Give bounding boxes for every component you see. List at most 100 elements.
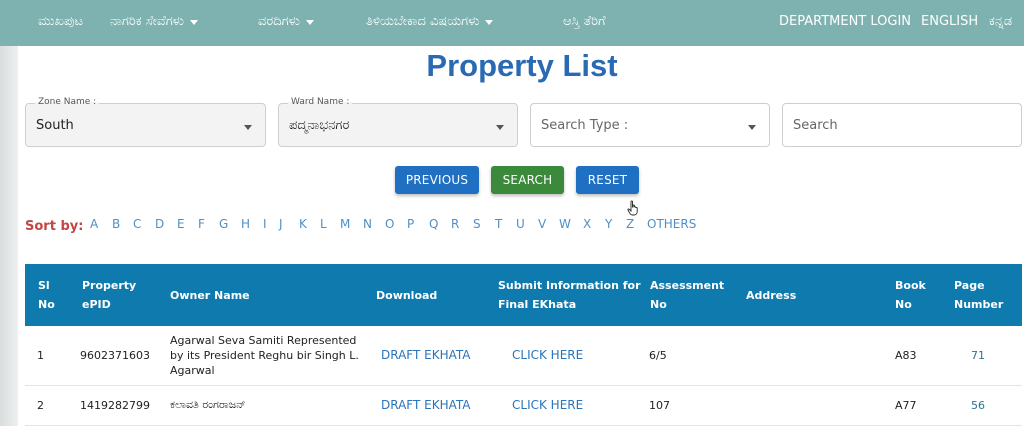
row-epid: 9602371603 xyxy=(80,349,150,362)
header-address: Address xyxy=(746,289,797,302)
row-assessment-no: 107 xyxy=(649,399,670,412)
row-epid: 1419282799 xyxy=(80,399,150,412)
property-table-header: Sl No Property ePID Owner Name Download Su… xyxy=(25,264,1022,326)
sort-letter-g[interactable]: G xyxy=(219,217,228,231)
sort-letter-k[interactable]: K xyxy=(299,217,307,231)
ward-select-value: ಪದ್ಮನಾಭನಗರ xyxy=(289,118,350,133)
sort-letter-w[interactable]: W xyxy=(559,217,571,231)
header-sl-no-line1: Sl xyxy=(38,279,50,292)
row-owner-name-line2: by its President Reghu bir Singh L. xyxy=(170,349,359,362)
zone-select-value: South xyxy=(36,118,74,133)
sort-letter-p[interactable]: P xyxy=(407,217,414,231)
dropdown-arrow-icon xyxy=(748,125,756,130)
nav-language-english-label: ENGLISH xyxy=(921,14,979,29)
row-sl-no: 1 xyxy=(37,349,44,362)
sort-letter-t[interactable]: T xyxy=(495,217,502,231)
header-submit-info-line1: Submit Information for xyxy=(498,279,641,292)
sort-letter-v[interactable]: V xyxy=(538,217,546,231)
sort-letter-f[interactable]: F xyxy=(198,217,205,231)
nav-home-label: ಮುಖಪುಟ xyxy=(38,14,84,29)
sort-letter-others[interactable]: OTHERS xyxy=(647,217,696,231)
zone-select[interactable]: Zone Name : South xyxy=(25,97,266,147)
search-type-select[interactable]: Search Type : xyxy=(530,103,770,147)
sort-letter-u[interactable]: U xyxy=(516,217,525,231)
header-sl-no: Sl No xyxy=(38,276,55,314)
header-assessment-no: Assessment No xyxy=(650,276,724,314)
sort-letter-q[interactable]: Q xyxy=(429,217,438,231)
row-book-no: A83 xyxy=(895,349,917,362)
dropdown-arrow-icon xyxy=(496,125,504,130)
sort-letter-e[interactable]: E xyxy=(177,217,185,231)
sort-letter-z[interactable]: Z xyxy=(626,217,634,231)
chevron-down-icon xyxy=(189,19,198,25)
row-owner-name: ಕಲಾವತಿ ರಂಗರಾಜನ್ xyxy=(170,398,246,411)
nav-to-know[interactable]: ತಿಳಿಯಬೇಕಾದ ವಿಷಯಗಳು xyxy=(366,14,494,29)
row-page-number: 56 xyxy=(971,399,985,412)
table-row: 2 1419282799 ಕಲಾವತಿ ರಂಗರಾಜನ್ DRAFT EKHAT… xyxy=(25,387,1022,426)
ward-select-label: Ward Name : xyxy=(288,97,353,107)
draft-ekhata-link[interactable]: DRAFT EKHATA xyxy=(381,398,471,412)
hand-cursor-icon xyxy=(627,200,638,216)
nav-language-kannada[interactable]: ಕನ್ನಡ xyxy=(989,14,1012,29)
row-book-no: A77 xyxy=(895,399,917,412)
nav-reports[interactable]: ವರದಿಗಳು xyxy=(258,14,314,29)
search-button[interactable]: SEARCH xyxy=(491,166,564,194)
sort-letter-m[interactable]: M xyxy=(340,217,350,231)
header-book-no-line2: No xyxy=(895,298,912,311)
search-input-placeholder: Search xyxy=(793,118,838,133)
nav-citizen-services[interactable]: ನಾಗರಿಕ ಸೇವೆಗಳು xyxy=(110,14,198,29)
sort-letter-l[interactable]: L xyxy=(320,217,327,231)
header-property-epid-line1: Property xyxy=(82,279,137,292)
sort-letter-r[interactable]: R xyxy=(451,217,459,231)
header-assessment-no-line1: Assessment xyxy=(650,279,725,292)
sort-letter-b[interactable]: B xyxy=(112,217,120,231)
nav-reports-label: ವರದಿಗಳು xyxy=(258,14,300,29)
sort-letter-y[interactable]: Y xyxy=(605,217,612,231)
page-side-shadow xyxy=(0,46,18,426)
click-here-link[interactable]: CLICK HERE xyxy=(512,348,583,362)
nav-to-know-label: ತಿಳಿಯಬೇಕಾದ ವಿಷಯಗಳು xyxy=(366,14,480,29)
header-page-number: Page Number xyxy=(954,276,1003,314)
top-navigation-bar: ಮುಖಪುಟ ನಾಗರಿಕ ಸೇವೆಗಳು ವರದಿಗಳು ತಿಳಿಯಬೇಕಾದ… xyxy=(0,0,1024,46)
sort-letter-n[interactable]: N xyxy=(363,217,372,231)
header-submit-info: Submit Information for Final EKhata xyxy=(498,276,641,314)
nav-department-login[interactable]: DEPARTMENT LOGIN xyxy=(779,14,911,29)
nav-language-english[interactable]: ENGLISH xyxy=(921,14,978,29)
click-here-link[interactable]: CLICK HERE xyxy=(512,398,583,412)
header-property-epid-line2: ePID xyxy=(82,298,111,311)
sort-letter-s[interactable]: S xyxy=(473,217,481,231)
header-submit-info-line2: Final EKhata xyxy=(498,298,577,311)
table-row: 1 9602371603 Agarwal Seva Samiti Represe… xyxy=(25,326,1022,386)
sort-letter-i[interactable]: I xyxy=(263,217,267,231)
header-assessment-no-line2: No xyxy=(650,298,667,311)
row-page-number: 71 xyxy=(971,349,985,362)
sort-by-label: Sort by: xyxy=(25,219,84,234)
search-input[interactable]: Search xyxy=(782,103,1022,147)
nav-property-tax[interactable]: ಆಸ್ತಿ ತೆರಿಗೆ xyxy=(563,14,606,29)
reset-button[interactable]: RESET xyxy=(576,166,639,194)
nav-language-kannada-label: ಕನ್ನಡ xyxy=(989,14,1013,29)
row-owner-name-line3: Agarwal xyxy=(170,364,215,377)
draft-ekhata-link[interactable]: DRAFT EKHATA xyxy=(381,348,471,362)
sort-letter-h[interactable]: H xyxy=(241,217,250,231)
ward-select[interactable]: Ward Name : ಪದ್ಮನಾಭನಗರ xyxy=(278,97,518,147)
chevron-down-icon xyxy=(485,19,494,25)
sort-letter-o[interactable]: O xyxy=(385,217,394,231)
nav-department-login-label: DEPARTMENT LOGIN xyxy=(779,14,912,29)
sort-letter-c[interactable]: C xyxy=(133,217,141,231)
page-title: Property List xyxy=(426,48,618,83)
header-owner-name: Owner Name xyxy=(170,289,250,302)
sort-letter-d[interactable]: D xyxy=(155,217,164,231)
nav-home[interactable]: ಮುಖಪುಟ xyxy=(38,14,83,29)
row-assessment-no: 6/5 xyxy=(649,349,667,362)
sort-letter-a[interactable]: A xyxy=(90,217,98,231)
sort-letter-x[interactable]: X xyxy=(583,217,591,231)
search-type-placeholder: Search Type : xyxy=(541,118,629,133)
row-owner-name-line1: Agarwal Seva Samiti Represented xyxy=(170,334,357,347)
header-page-number-line1: Page xyxy=(954,279,985,292)
chevron-down-icon xyxy=(305,19,314,25)
previous-button[interactable]: PREVIOUS xyxy=(395,166,479,194)
zone-select-label: Zone Name : xyxy=(35,97,100,107)
header-property-epid: Property ePID xyxy=(82,276,136,314)
sort-letter-j[interactable]: J xyxy=(279,217,283,231)
